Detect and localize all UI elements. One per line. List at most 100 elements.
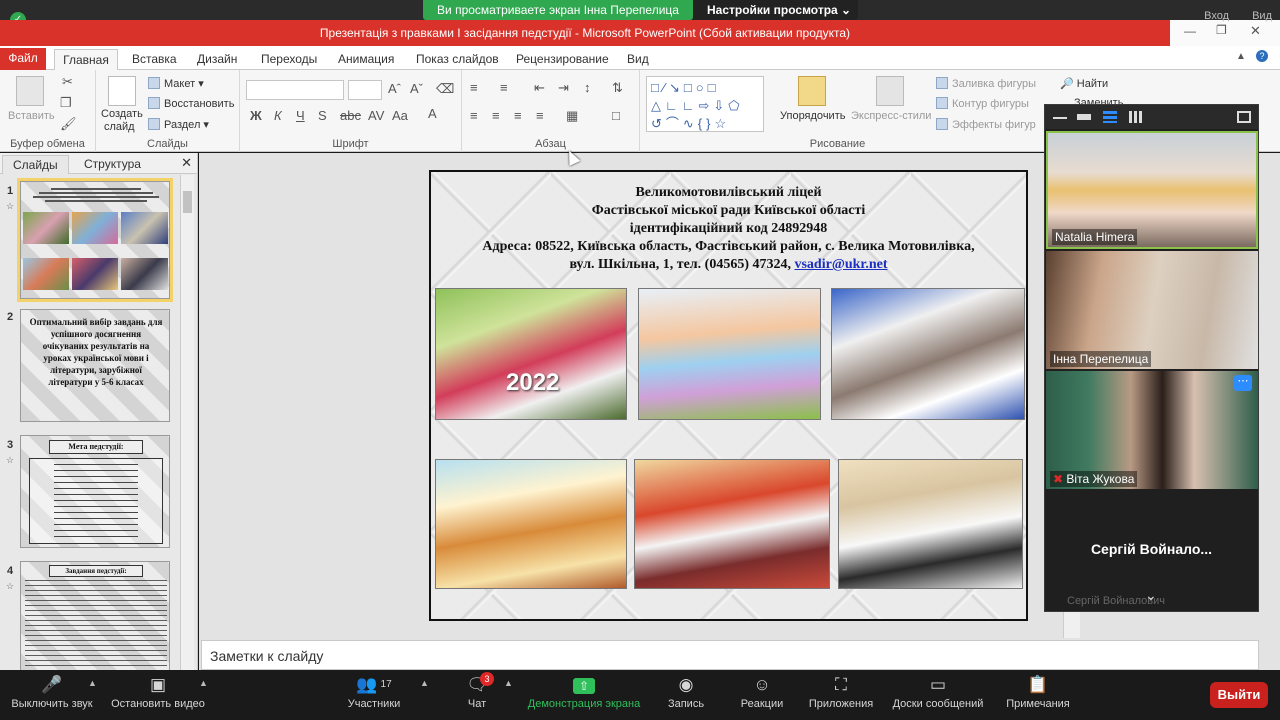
leave-button[interactable]: Выйти [1210, 682, 1268, 708]
align-center-icon[interactable]: ≡ [492, 108, 500, 123]
slide-thumbnail-2[interactable]: Оптимальний вибір завдань для успішного … [20, 309, 170, 422]
chevron-down-icon[interactable]: ⌄ [1145, 587, 1157, 604]
whiteboards-button[interactable]: ▭ Доски сообщений [888, 670, 988, 720]
reset-button[interactable]: Восстановить [148, 97, 234, 110]
section-button[interactable]: Раздел ▾ [148, 118, 209, 131]
text-direction-icon[interactable]: ⇅ [612, 80, 623, 96]
tab-insert[interactable]: Вставка [132, 49, 177, 70]
minimize-gallery-icon[interactable] [1053, 111, 1067, 119]
active-speaker-icon[interactable] [1077, 114, 1091, 120]
thumbnail-view-icon[interactable] [1103, 111, 1117, 123]
slide-thumbnail-4[interactable]: Завдання педстудії: [20, 561, 170, 670]
panel-scroll-thumb[interactable] [183, 191, 192, 213]
shape-outline-button[interactable]: Контур фигуры [936, 97, 1029, 110]
participant-tile-1[interactable]: Natalia Himera [1046, 131, 1258, 249]
view-settings-button[interactable]: Настройки просмотра ⌄ [693, 0, 858, 20]
bullets-icon[interactable]: ≡ [470, 80, 478, 95]
font-color-icon[interactable]: A [428, 106, 437, 121]
stop-video-button[interactable]: ▣ Остановить видео [106, 670, 210, 720]
tab-slideshow[interactable]: Показ слайдов [416, 49, 499, 70]
new-slide-button-line2[interactable]: слайд [104, 121, 135, 133]
arrange-icon[interactable] [798, 76, 826, 106]
enter-button[interactable]: Вход [1204, 10, 1229, 22]
tab-file[interactable]: Файл [0, 48, 46, 70]
shapes-icons: □∕↘□○□ △∟∟⇨⇩⬠ ↺⌒∿{}☆ [651, 80, 744, 131]
tab-slides[interactable]: Слайды [2, 155, 69, 174]
notes-button[interactable]: 📋 Примечания [1002, 670, 1074, 720]
columns-icon[interactable]: ▦ [566, 108, 578, 124]
paste-button[interactable]: Вставить [8, 110, 55, 122]
participant-tile-2[interactable]: Інна Перепелица [1046, 251, 1258, 369]
close-icon[interactable]: ✕ [1250, 23, 1261, 39]
participants-caret-icon[interactable]: ▲ [420, 678, 429, 688]
spacing-icon[interactable]: AV [368, 108, 384, 123]
tab-outline[interactable]: Структура [74, 155, 151, 174]
email-link[interactable]: vsadir@ukr.net [794, 257, 887, 272]
shape-effects-button[interactable]: Эффекты фигур [936, 118, 1036, 131]
align-left-icon[interactable]: ≡ [470, 108, 478, 123]
gallery-view-icon[interactable] [1129, 111, 1143, 123]
restore-icon[interactable]: ❐ [1216, 23, 1227, 37]
tab-home[interactable]: Главная [54, 49, 118, 70]
format-painter-icon[interactable]: 🖌 [60, 116, 77, 132]
mute-button[interactable]: 🎤 Выключить звук [4, 670, 100, 720]
arrange-button[interactable]: Упорядочить [780, 110, 845, 122]
participants-button[interactable]: 👥 17 Участники [342, 670, 406, 720]
clear-format-icon[interactable]: ⌫ [436, 81, 454, 97]
increase-indent-icon[interactable]: ⇥ [558, 80, 569, 96]
record-button[interactable]: ◉ Запись [664, 670, 708, 720]
shrink-font-icon[interactable]: Aˇ [410, 81, 423, 96]
notes-input[interactable]: Заметки к слайду [201, 640, 1259, 670]
reactions-button[interactable]: ☺ Реакции [736, 670, 788, 720]
shapes-gallery[interactable]: □∕↘□○□ △∟∟⇨⇩⬠ ↺⌒∿{}☆ [646, 76, 764, 132]
new-slide-icon[interactable] [108, 76, 136, 106]
slide-thumbnail-1[interactable] [20, 181, 170, 299]
numbering-icon[interactable]: ≡ [500, 80, 508, 95]
tab-design[interactable]: Дизайн [197, 49, 237, 70]
tab-review[interactable]: Рецензирование [516, 49, 609, 70]
minimize-icon[interactable]: — [1184, 24, 1196, 38]
slide-thumbnail-3[interactable]: Мета педстудії: [20, 435, 170, 548]
find-button[interactable]: 🔎 Найти [1060, 77, 1108, 90]
quick-styles-icon[interactable] [876, 76, 904, 106]
bold-icon[interactable]: Ж [250, 108, 262, 123]
tab-view[interactable]: Вид [627, 49, 649, 70]
help-icon[interactable]: ? [1256, 50, 1268, 62]
underline-icon[interactable]: Ч [296, 108, 305, 123]
collapse-ribbon-icon[interactable]: ▲ [1236, 51, 1246, 62]
view-button[interactable]: Вид [1252, 10, 1272, 22]
italic-icon[interactable]: К [274, 108, 282, 123]
participant-tile-3[interactable]: ⋯ ✖ Віта Жукова [1046, 371, 1258, 489]
share-screen-button[interactable]: ⇧ Демонстрация экрана [524, 670, 644, 720]
justify-icon[interactable]: ≡ [536, 108, 544, 123]
panel-scrollbar[interactable] [180, 175, 194, 670]
strikethrough-icon[interactable]: abc [340, 108, 361, 123]
font-size-field[interactable] [348, 80, 382, 100]
tab-animation[interactable]: Анимация [338, 49, 394, 70]
copy-icon[interactable]: ❐ [60, 95, 72, 111]
decrease-indent-icon[interactable]: ⇤ [534, 80, 545, 96]
paste-icon[interactable] [16, 76, 44, 106]
change-case-icon[interactable]: Aa [392, 108, 408, 123]
layout-button[interactable]: Макет ▾ [148, 77, 204, 90]
more-options-icon[interactable]: ⋯ [1234, 375, 1252, 391]
quick-styles-button[interactable]: Экспресс-стили [851, 110, 931, 122]
shape-fill-button[interactable]: Заливка фигуры [936, 77, 1036, 90]
line-spacing-icon[interactable]: ↕ [584, 80, 591, 95]
audio-options-caret-icon[interactable]: ▲ [88, 678, 97, 688]
video-options-caret-icon[interactable]: ▲ [199, 678, 208, 688]
shadow-icon[interactable]: S [318, 108, 327, 123]
cut-icon[interactable]: ✂ [62, 74, 73, 90]
grow-font-icon[interactable]: Aˆ [388, 81, 401, 96]
current-slide[interactable]: Великомотовилівський ліцей Фастівської м… [429, 170, 1028, 621]
exit-fullscreen-icon[interactable] [1237, 111, 1251, 123]
close-panel-icon[interactable]: ✕ [181, 155, 192, 171]
align-right-icon[interactable]: ≡ [514, 108, 522, 123]
new-slide-button[interactable]: Создать [101, 108, 143, 120]
layout-icon [148, 77, 160, 89]
smartart-icon[interactable]: □ [612, 108, 620, 123]
chat-caret-icon[interactable]: ▲ [504, 678, 513, 688]
font-name-field[interactable] [246, 80, 344, 100]
apps-button[interactable]: ⛶ Приложения [805, 670, 877, 720]
tab-transitions[interactable]: Переходы [261, 49, 317, 70]
